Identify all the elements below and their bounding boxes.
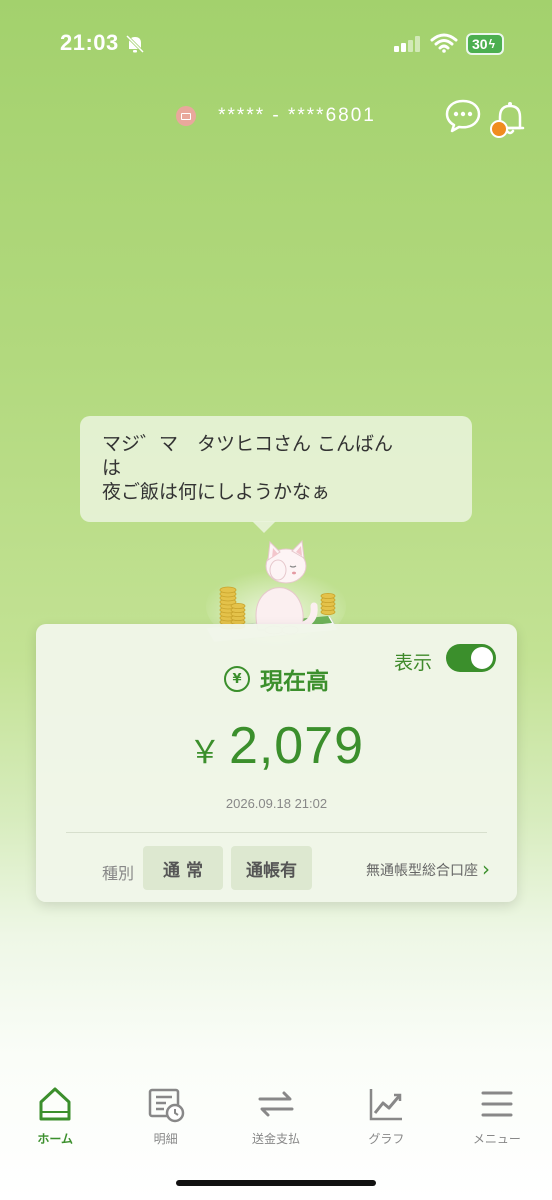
battery-indicator: 30 ϟ — [466, 33, 504, 55]
balance-amount: ￥ 2,079 — [36, 716, 517, 776]
wifi-icon — [430, 33, 458, 53]
notification-badge — [490, 120, 508, 138]
card-icon — [176, 106, 197, 126]
status-bar: 21:03 30 ϟ — [0, 0, 552, 90]
signal-icon — [394, 36, 420, 52]
battery-level: 30 — [472, 36, 488, 52]
account-number: ***** - ****6801 — [218, 105, 376, 126]
nav-graph-label: グラフ — [368, 1132, 405, 1146]
charging-icon: ϟ — [488, 37, 495, 51]
nav-transfer[interactable]: 送金支払 — [221, 1084, 331, 1164]
status-time: 21:03 — [60, 30, 119, 55]
nav-statement-label: 明細 — [153, 1132, 178, 1146]
greeting-line-2: は — [102, 457, 122, 479]
account-kind-chip: 通 常 — [143, 846, 223, 890]
notification-button[interactable] — [490, 98, 530, 138]
nav-home-label: ホーム — [37, 1132, 74, 1146]
balance-timestamp: 2026.09.18 21:02 — [225, 796, 328, 811]
home-indicator — [176, 1180, 376, 1186]
balance-title: 現在高 — [260, 669, 329, 695]
nav-graph[interactable]: グラフ — [331, 1084, 441, 1164]
bubble-tail — [252, 521, 276, 533]
menu-icon — [481, 1091, 513, 1117]
balance-value: 2,079 — [228, 717, 365, 775]
greeting-bubble: マジ゛マ タツヒコさん こんばん は 夜ご飯は何にしようかなぁ — [80, 416, 472, 522]
balance-heading: ¥ 現在高 — [36, 662, 517, 696]
currency-symbol: ￥ — [188, 734, 221, 770]
transfer-icon — [258, 1091, 294, 1117]
yen-icon: ¥ — [224, 666, 250, 692]
nav-transfer-label: 送金支払 — [252, 1132, 301, 1146]
greeting-line-3: 夜ご飯は何にしようかなぁ — [102, 481, 331, 503]
chat-icon[interactable] — [444, 98, 482, 134]
balance-card: 表示 ¥ 現在高 ￥ 2,079 2026.09.18 21:02 種別 通 常… — [36, 624, 517, 902]
nav-statement[interactable]: 明細 — [110, 1084, 220, 1164]
account-type-link[interactable]: 無通帳型総合口座 — [366, 860, 478, 880]
home-icon — [39, 1087, 71, 1121]
nav-home[interactable]: ホーム — [0, 1084, 110, 1164]
bottom-nav: ホーム 明細 送金支払 グラフ メニュー — [0, 1084, 552, 1164]
card-divider — [66, 832, 487, 833]
statement-icon — [148, 1088, 184, 1123]
nav-menu[interactable]: メニュー — [442, 1084, 552, 1164]
bell-muted-icon — [125, 34, 145, 54]
chevron-right-icon[interactable]: › — [482, 857, 490, 881]
account-kind-label: 種別 — [102, 864, 135, 883]
graph-icon — [370, 1089, 403, 1121]
nav-menu-label: メニュー — [472, 1132, 521, 1146]
greeting-line-1: マジ゛マ タツヒコさん こんばん — [102, 433, 394, 455]
passbook-chip: 通帳有 — [231, 846, 312, 890]
